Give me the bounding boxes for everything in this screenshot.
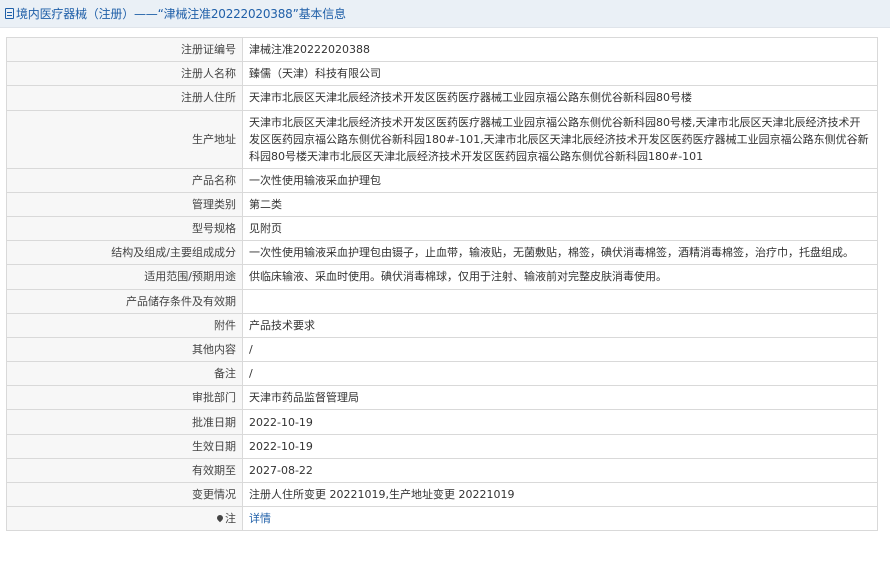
value-approval-date: 2022-10-19 (242, 409, 878, 435)
label-effective-date: 生效日期 (6, 433, 243, 459)
row-approval-department: 审批部门 天津市药品监督管理局 (6, 385, 878, 411)
row-registrant-address: 注册人住所 天津市北辰区天津北辰经济技术开发区医药医疗器械工业园京福公路东侧优谷… (6, 85, 878, 111)
document-icon (5, 8, 14, 19)
location-pin-icon (215, 514, 225, 523)
row-remarks: 备注 / (6, 361, 878, 387)
page-header: 境内医疗器械（注册）——“津械注准20222020388”基本信息 (0, 0, 890, 28)
value-remarks: / (242, 361, 878, 387)
row-registrant-name: 注册人名称 臻儒（天津）科技有限公司 (6, 61, 878, 87)
label-other-content: 其他内容 (6, 336, 243, 363)
label-registrant-name: 注册人名称 (6, 61, 243, 87)
label-storage-conditions: 产品储存条件及有效期 (6, 288, 243, 314)
label-approval-date: 批准日期 (6, 409, 243, 435)
details-link[interactable]: 详情 (249, 512, 271, 525)
value-intended-use: 供临床输液、采血时使用。碘伏消毒棉球，仅用于注射、输液前对完整皮肤消毒使用。 (242, 264, 878, 290)
row-registration-number: 注册证编号 津械注准20222020388 (6, 36, 878, 63)
label-management-category: 管理类别 (6, 191, 243, 217)
row-other-content: 其他内容 / (6, 336, 878, 363)
label-registration-number: 注册证编号 (6, 36, 243, 63)
row-note: 注 详情 (6, 506, 878, 532)
row-storage-conditions: 产品储存条件及有效期 (6, 288, 878, 314)
value-structure-composition: 一次性使用输液采血护理包由镊子，止血带，输液贴，无菌敷贴，棉签，碘伏消毒棉签，酒… (242, 240, 878, 266)
info-table: 注册证编号 津械注准20222020388 注册人名称 臻儒（天津）科技有限公司… (6, 36, 878, 532)
label-remarks: 备注 (6, 361, 243, 387)
value-management-category: 第二类 (242, 191, 878, 217)
value-registrant-address: 天津市北辰区天津北辰经济技术开发区医药医疗器械工业园京福公路东侧优谷新科园80号… (242, 85, 878, 111)
value-storage-conditions (242, 288, 878, 314)
row-change-history: 变更情况 注册人住所变更 20221019,生产地址变更 20221019 (6, 481, 878, 508)
label-attachment: 附件 (6, 312, 243, 338)
row-expiry-date: 有效期至 2027-08-22 (6, 457, 878, 484)
row-management-category: 管理类别 第二类 (6, 191, 878, 217)
value-note: 详情 (242, 506, 878, 532)
label-change-history: 变更情况 (6, 481, 243, 508)
value-production-address: 天津市北辰区天津北辰经济技术开发区医药医疗器械工业园京福公路东侧优谷新科园80号… (242, 109, 878, 169)
value-other-content: / (242, 336, 878, 363)
label-model-spec: 型号规格 (6, 215, 243, 242)
row-model-spec: 型号规格 见附页 (6, 215, 878, 242)
label-registrant-address: 注册人住所 (6, 85, 243, 111)
label-note: 注 (6, 506, 243, 532)
page-title: 境内医疗器械（注册）——“津械注准20222020388”基本信息 (16, 7, 346, 21)
note-label: 注 (225, 512, 236, 526)
label-intended-use: 适用范围/预期用途 (6, 264, 243, 290)
value-approval-department: 天津市药品监督管理局 (242, 385, 878, 411)
value-attachment: 产品技术要求 (242, 312, 878, 338)
value-product-name: 一次性使用输液采血护理包 (242, 167, 878, 193)
value-effective-date: 2022-10-19 (242, 433, 878, 459)
label-production-address: 生产地址 (6, 109, 243, 169)
row-product-name: 产品名称 一次性使用输液采血护理包 (6, 167, 878, 193)
value-expiry-date: 2027-08-22 (242, 457, 878, 484)
row-attachment: 附件 产品技术要求 (6, 312, 878, 338)
row-structure-composition: 结构及组成/主要组成成分 一次性使用输液采血护理包由镊子，止血带，输液贴，无菌敷… (6, 240, 878, 266)
label-expiry-date: 有效期至 (6, 457, 243, 484)
label-product-name: 产品名称 (6, 167, 243, 193)
label-structure-composition: 结构及组成/主要组成成分 (6, 240, 243, 266)
value-registration-number: 津械注准20222020388 (242, 36, 878, 63)
row-production-address: 生产地址 天津市北辰区天津北辰经济技术开发区医药医疗器械工业园京福公路东侧优谷新… (6, 109, 878, 169)
row-effective-date: 生效日期 2022-10-19 (6, 433, 878, 459)
value-model-spec: 见附页 (242, 215, 878, 242)
row-intended-use: 适用范围/预期用途 供临床输液、采血时使用。碘伏消毒棉球，仅用于注射、输液前对完… (6, 264, 878, 290)
value-registrant-name: 臻儒（天津）科技有限公司 (242, 61, 878, 87)
label-approval-department: 审批部门 (6, 385, 243, 411)
value-change-history: 注册人住所变更 20221019,生产地址变更 20221019 (242, 481, 878, 508)
row-approval-date: 批准日期 2022-10-19 (6, 409, 878, 435)
